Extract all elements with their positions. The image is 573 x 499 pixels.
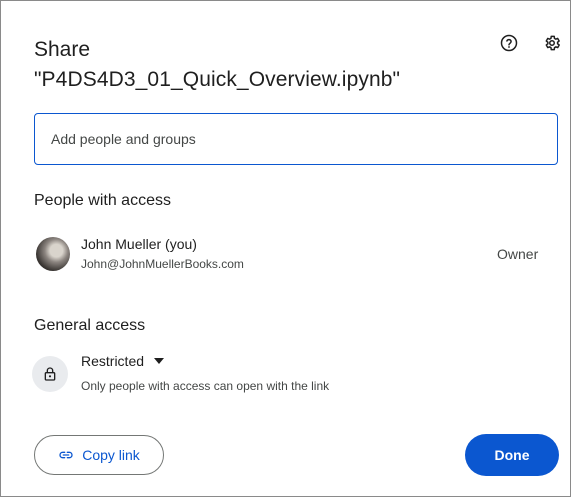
caret-down-icon xyxy=(154,358,165,364)
done-button[interactable]: Done xyxy=(465,434,559,476)
avatar xyxy=(36,237,70,271)
general-access-heading: General access xyxy=(34,317,146,334)
copy-link-label: Copy link xyxy=(82,447,140,463)
people-with-access-heading: People with access xyxy=(34,192,171,209)
access-level-dropdown[interactable]: Restricted xyxy=(81,353,165,369)
link-icon xyxy=(59,451,73,459)
gear-icon xyxy=(545,35,560,51)
lock-icon xyxy=(44,367,56,381)
copy-link-button[interactable]: Copy link xyxy=(34,435,164,475)
settings-button[interactable] xyxy=(541,32,563,54)
person-role: Owner xyxy=(497,246,539,262)
help-button[interactable] xyxy=(498,32,520,54)
share-dialog: Share "P4DS4D3_01_Quick_Overview.ipynb" … xyxy=(0,0,571,497)
help-circle-icon xyxy=(500,34,518,52)
access-level-label: Restricted xyxy=(81,353,145,369)
dialog-title: Share xyxy=(34,38,91,61)
file-name: "P4DS4D3_01_Quick_Overview.ipynb" xyxy=(34,68,401,91)
person-email: John@JohnMuellerBooks.com xyxy=(81,257,244,271)
lock-badge xyxy=(32,356,68,392)
person-name: John Mueller (you) xyxy=(81,236,197,252)
access-description: Only people with access can open with th… xyxy=(81,379,330,393)
add-people-input[interactable] xyxy=(34,113,558,165)
